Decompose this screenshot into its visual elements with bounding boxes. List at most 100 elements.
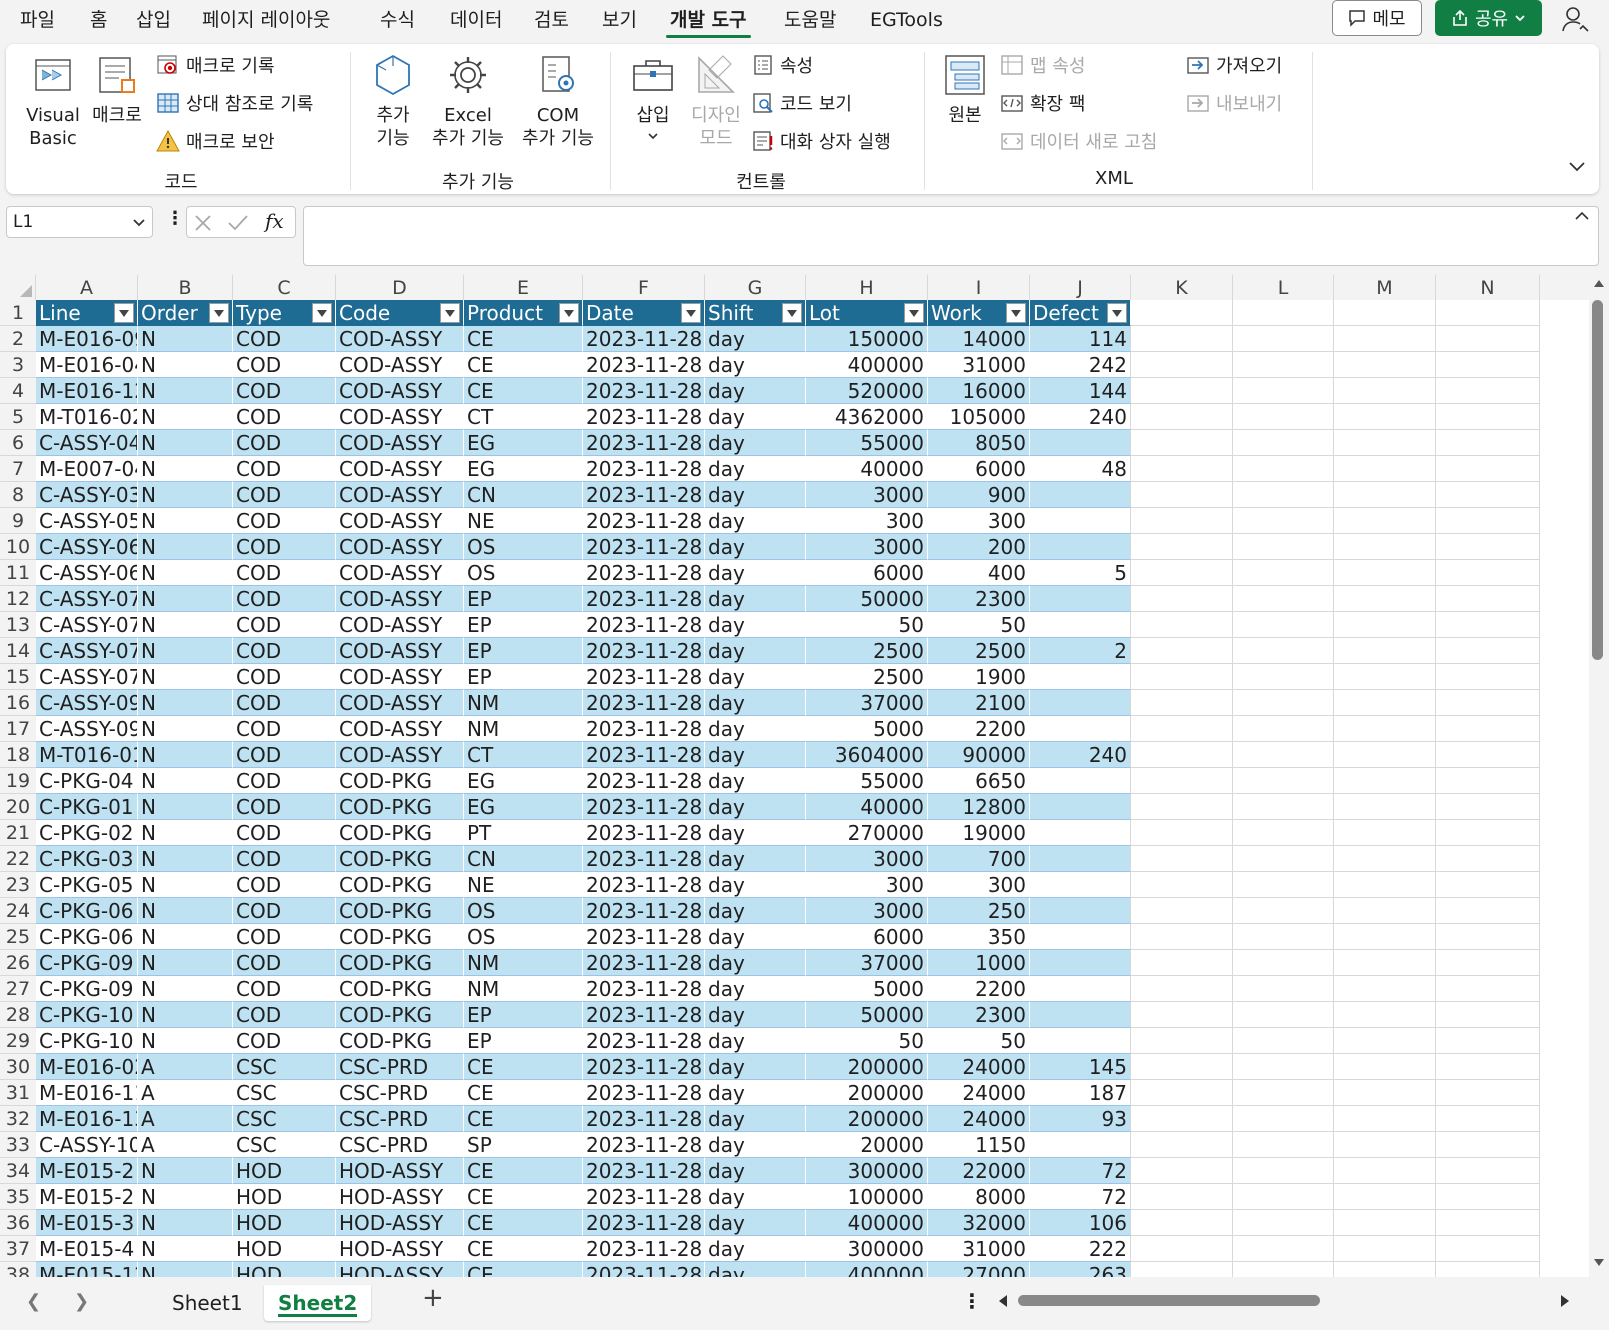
empty-cell[interactable] (1131, 534, 1233, 560)
empty-cell[interactable] (1233, 924, 1334, 950)
table-cell[interactable]: C-ASSY-04 (36, 430, 138, 456)
empty-cell[interactable] (1334, 482, 1436, 508)
row-number[interactable]: 30 (0, 1054, 36, 1080)
empty-cell[interactable] (1131, 1080, 1233, 1106)
empty-cell[interactable] (1233, 1236, 1334, 1262)
table-cell[interactable]: C-PKG-05 (36, 872, 138, 898)
table-cell[interactable]: 106 (1030, 1210, 1131, 1236)
empty-cell[interactable] (1436, 586, 1540, 612)
empty-cell[interactable] (1131, 560, 1233, 586)
column-header-e[interactable]: E (464, 275, 583, 300)
row-number[interactable]: 8 (0, 482, 36, 508)
table-cell[interactable]: N (138, 534, 233, 560)
table-cell[interactable]: N (138, 378, 233, 404)
add-sheet-icon[interactable]: + (422, 1283, 444, 1313)
table-cell[interactable]: day (705, 1262, 806, 1277)
table-cell[interactable]: EP (464, 1002, 583, 1028)
table-cell[interactable]: COD (233, 326, 336, 352)
table-cell[interactable]: PT (464, 820, 583, 846)
share-button[interactable]: 공유 (1435, 0, 1542, 36)
table-cell[interactable]: HOD (233, 1184, 336, 1210)
table-cell[interactable]: 72 (1030, 1158, 1131, 1184)
table-cell[interactable]: C-ASSY-05 (36, 508, 138, 534)
table-cell[interactable]: N (138, 1184, 233, 1210)
empty-cell[interactable] (1233, 1132, 1334, 1158)
table-cell[interactable]: COD (233, 352, 336, 378)
table-cell[interactable] (1030, 924, 1131, 950)
table-cell[interactable]: 100000 (806, 1184, 928, 1210)
filter-dropdown-icon[interactable] (1006, 303, 1026, 323)
table-cell[interactable]: COD-PKG (336, 794, 464, 820)
empty-cell[interactable] (1233, 534, 1334, 560)
table-cell[interactable]: 27000 (928, 1262, 1030, 1277)
table-cell[interactable]: M-T016-02 (36, 404, 138, 430)
empty-cell[interactable] (1233, 846, 1334, 872)
table-cell[interactable]: 24000 (928, 1106, 1030, 1132)
empty-cell[interactable] (1334, 326, 1436, 352)
vertical-scroll-thumb[interactable] (1592, 300, 1603, 660)
empty-cell[interactable] (1233, 898, 1334, 924)
table-cell[interactable]: EG (464, 456, 583, 482)
table-cell[interactable]: COD-ASSY (336, 612, 464, 638)
table-cell[interactable]: 105000 (928, 404, 1030, 430)
empty-cell[interactable] (1436, 742, 1540, 768)
table-cell[interactable]: 6000 (806, 560, 928, 586)
table-cell[interactable]: 5000 (806, 976, 928, 1002)
horizontal-scrollbar[interactable] (994, 1291, 1574, 1311)
table-cell[interactable]: N (138, 768, 233, 794)
table-cell[interactable]: C-PKG-02 (36, 820, 138, 846)
table-cell[interactable]: 37000 (806, 690, 928, 716)
table-cell[interactable]: COD (233, 742, 336, 768)
table-cell[interactable]: 2023-11-28 (583, 976, 705, 1002)
column-header-h[interactable]: H (806, 275, 928, 300)
table-cell[interactable]: 2023-11-28 (583, 1106, 705, 1132)
table-cell[interactable]: CT (464, 742, 583, 768)
table-cell[interactable]: 242 (1030, 352, 1131, 378)
table-cell[interactable]: COD (233, 508, 336, 534)
table-cell[interactable]: day (705, 586, 806, 612)
table-cell[interactable]: EG (464, 430, 583, 456)
table-cell[interactable]: OS (464, 560, 583, 586)
empty-cell[interactable] (1131, 976, 1233, 1002)
empty-cell[interactable] (1334, 950, 1436, 976)
empty-cell[interactable] (1436, 404, 1540, 430)
empty-cell[interactable] (1334, 1028, 1436, 1054)
table-cell[interactable]: COD (233, 924, 336, 950)
empty-cell[interactable] (1334, 1158, 1436, 1184)
table-cell[interactable]: COD-ASSY (336, 404, 464, 430)
table-cell[interactable]: COD-ASSY (336, 352, 464, 378)
table-cell[interactable] (1030, 898, 1131, 924)
table-cell[interactable]: 5000 (806, 716, 928, 742)
table-cell[interactable]: day (705, 1236, 806, 1262)
table-header-cell[interactable]: Type (233, 300, 336, 326)
empty-cell[interactable] (1334, 404, 1436, 430)
collapse-ribbon-chevron-icon[interactable] (1568, 160, 1586, 172)
table-cell[interactable]: 8050 (928, 430, 1030, 456)
sheet-tab-sheet2[interactable]: Sheet2 (264, 1285, 372, 1321)
table-cell[interactable]: 2023-11-28 (583, 482, 705, 508)
table-cell[interactable]: 900 (928, 482, 1030, 508)
table-cell[interactable] (1030, 820, 1131, 846)
table-cell[interactable]: N (138, 794, 233, 820)
table-cell[interactable]: N (138, 612, 233, 638)
table-cell[interactable]: 300 (806, 508, 928, 534)
row-number[interactable]: 2 (0, 326, 36, 352)
table-cell[interactable]: 72 (1030, 1184, 1131, 1210)
table-cell[interactable]: CT (464, 404, 583, 430)
table-cell[interactable]: M-E016-09 (36, 326, 138, 352)
row-number[interactable]: 28 (0, 1002, 36, 1028)
table-cell[interactable]: C-PKG-10 (36, 1028, 138, 1054)
table-cell[interactable]: day (705, 1210, 806, 1236)
table-cell[interactable]: 37000 (806, 950, 928, 976)
table-cell[interactable]: day (705, 664, 806, 690)
empty-cell[interactable] (1436, 820, 1540, 846)
select-all-corner[interactable] (0, 275, 36, 300)
table-cell[interactable]: NM (464, 976, 583, 1002)
table-cell[interactable]: 48 (1030, 456, 1131, 482)
table-cell[interactable]: 2023-11-28 (583, 872, 705, 898)
menu-page-layout[interactable]: 페이지 레이아웃 (198, 6, 334, 34)
table-cell[interactable]: day (705, 1106, 806, 1132)
empty-cell[interactable] (1436, 716, 1540, 742)
table-cell[interactable]: C-ASSY-06 (36, 534, 138, 560)
empty-cell[interactable] (1436, 352, 1540, 378)
